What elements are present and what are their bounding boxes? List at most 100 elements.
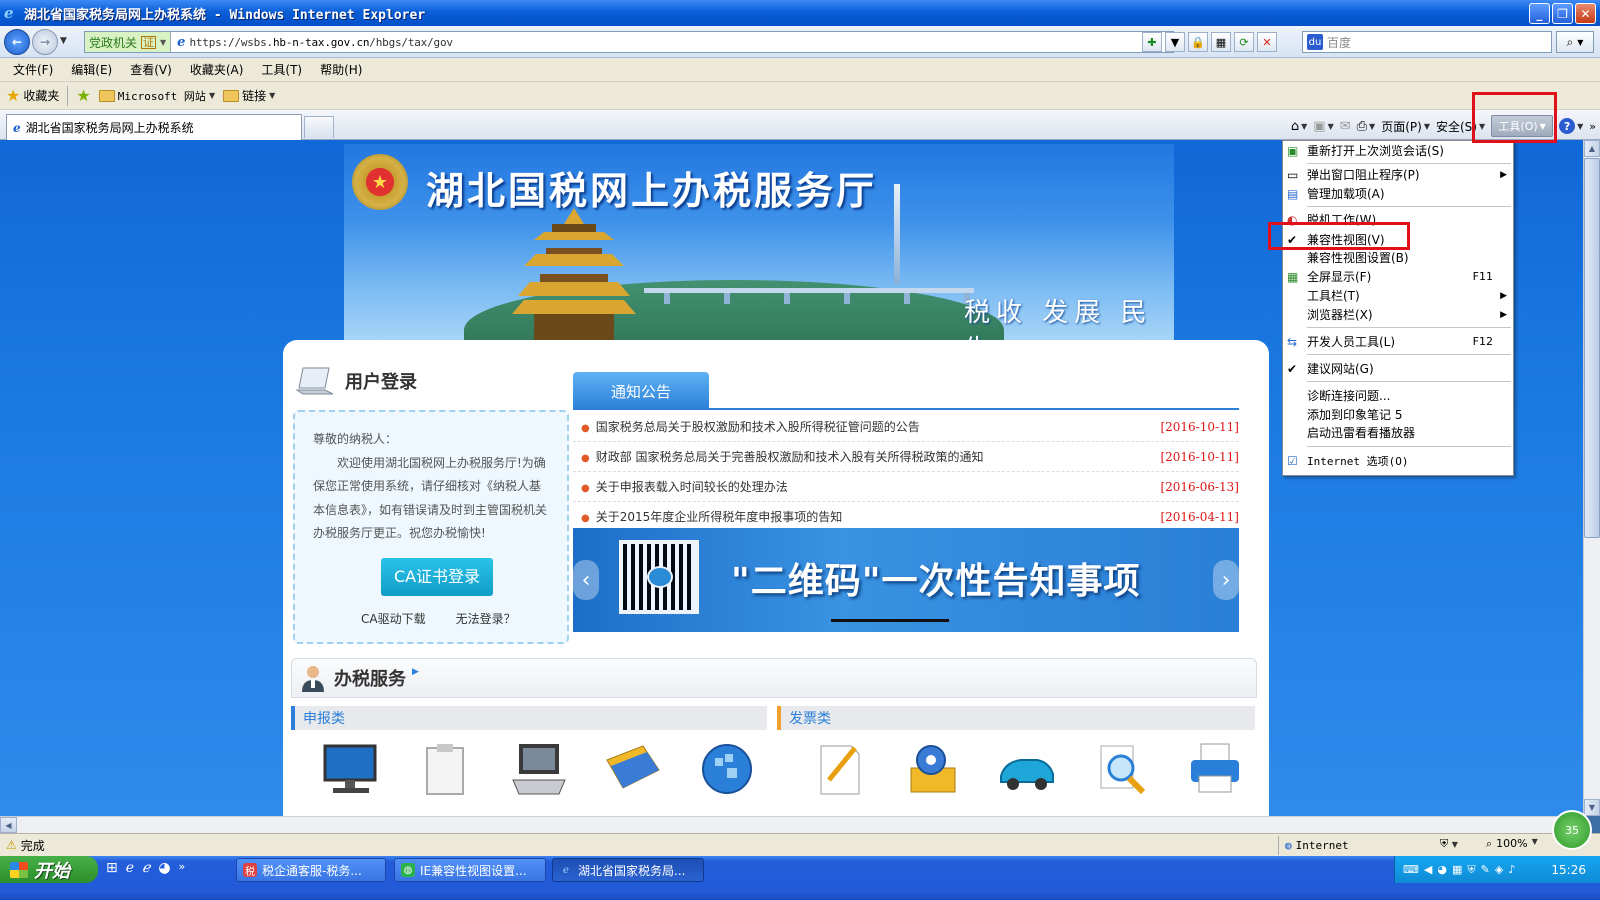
keyboard-icon[interactable]: ⌨ [1403,863,1419,876]
menu-favorites[interactable]: 收藏夹(A) [181,61,253,78]
tab-notices[interactable]: 通知公告 [573,372,709,410]
carousel-next-button[interactable]: › [1213,560,1239,600]
address-dropdown-icon[interactable]: ▼ [1165,32,1185,52]
menu-diagnose[interactable]: 诊断连接问题... [1283,386,1513,405]
qq-tray-icon[interactable]: ◕ [1437,863,1447,876]
list-item[interactable]: ● 财政部 国家税务总局关于完善股权激励和技术入股有关所得税政策的通知 [2016… [573,442,1239,472]
volume-icon[interactable]: ♪ [1508,863,1515,876]
list-item[interactable]: ● 关于申报表载入时间较长的处理办法 [2016-06-13] [573,472,1239,502]
category-report[interactable]: 申报类 [291,706,767,730]
recent-pages-dropdown[interactable]: ▼ [60,36,67,46]
menu-tools[interactable]: 工具(T) [252,61,311,78]
restore-button[interactable]: ❐ [1552,3,1573,24]
back-button[interactable]: ← [4,29,30,55]
quick-launch-overflow[interactable]: » [179,860,186,876]
start-button[interactable]: 开始 [0,856,98,883]
windows-logo-icon[interactable]: ⊞ [106,860,118,876]
home-button[interactable]: ⌂ ▼ [1291,119,1307,134]
security-icon[interactable]: ⛨ [1467,863,1475,877]
stop-icon[interactable]: ✕ [1257,32,1277,52]
tool-icon[interactable]: ✎ [1481,863,1490,876]
compat-view-icon[interactable]: ✚ [1142,32,1162,52]
menu-toolbars[interactable]: 工具栏(T) ▶ [1283,286,1513,305]
menu-xunlei-player[interactable]: 启动迅雷看看播放器 [1283,423,1513,442]
tab-active[interactable]: e 湖北省国家税务局网上办税系统 [6,114,302,140]
carousel-prev-button[interactable]: ‹ [573,560,599,600]
menu-file[interactable]: 文件(F) [4,61,62,78]
compat-button-icon[interactable]: ▦ [1211,32,1231,52]
close-button[interactable]: ✕ [1575,3,1596,24]
zoom-button[interactable]: ⌕ 100% ▼ [1486,837,1538,851]
new-tab-button[interactable] [304,116,334,138]
horizontal-scrollbar[interactable]: ◀ ▶ [0,816,1583,833]
menu-help[interactable]: 帮助(H) [311,61,371,78]
qq-icon[interactable]: ◕ [158,860,170,876]
search-input[interactable]: du 百度 [1302,31,1552,53]
folder-icon[interactable] [603,740,663,798]
menu-explorer-bars[interactable]: 浏览器栏(X) ▶ [1283,305,1513,324]
help-button[interactable]: ? ▼ [1559,118,1583,134]
print-button[interactable]: ⎙ ▼ [1357,119,1376,134]
category-invoice[interactable]: 发票类 [777,706,1255,730]
page-menu[interactable]: 页面(P) ▼ [1381,118,1430,135]
lock-icon[interactable]: 🔒 [1188,32,1208,52]
toolbar-overflow[interactable]: » [1589,120,1596,133]
mail-button[interactable]: ✉ [1340,119,1351,134]
car-icon[interactable] [997,740,1057,798]
url-text[interactable]: https://wsbs.hb-n-tax.gov.cn/hbgs/tax/go… [189,36,453,49]
search-button[interactable]: ⌕ ▼ [1556,31,1594,53]
zone-indicator[interactable]: ◍ Internet [1278,836,1349,855]
carousel-banner[interactable]: "二维码"一次性告知事项 ‹ › [573,528,1239,632]
shield-tray-icon[interactable]: ◈ [1495,863,1503,876]
ie-icon[interactable]: e [126,860,134,876]
minimize-button[interactable]: _ [1529,3,1550,24]
menu-manage-addons[interactable]: ▤ 管理加载项(A) [1283,184,1513,203]
vertical-scrollbar[interactable]: ▲ ▼ [1583,140,1600,816]
menu-internet-options[interactable]: ☑ Internet 选项(O) [1283,451,1513,470]
scroll-down-button[interactable]: ▼ [1584,799,1600,816]
refresh-icon[interactable]: ⟳ [1234,32,1254,52]
floating-badge[interactable]: 35 [1552,810,1592,850]
menu-evernote[interactable]: 添加到印象笔记 5 [1283,405,1513,424]
gear-icon[interactable] [903,740,963,798]
address-field[interactable]: 党政机关 证 ▼ e https://wsbs.hb-n-tax.gov.cn/… [84,31,1174,53]
task-ie-compat[interactable]: ◍ IE兼容性视图设置... [394,858,546,882]
protected-mode-button[interactable]: ⛨ ▼ [1440,837,1458,851]
feeds-button[interactable]: ▣ ▼ [1313,119,1333,134]
scroll-thumb[interactable] [1584,158,1600,538]
menu-view[interactable]: 查看(V) [121,61,181,78]
list-item[interactable]: ● 国家税务总局关于股权激励和技术入股所得税征管问题的公告 [2016-10-11… [573,412,1239,442]
menu-developer-tools[interactable]: ⇆ 开发人员工具(L) F12 [1283,332,1513,351]
printer-icon[interactable] [1185,740,1245,798]
tray-arrow-icon[interactable]: ◀ [1424,863,1432,876]
scroll-left-button[interactable]: ◀ [0,817,17,833]
menu-fullscreen[interactable]: ▦ 全屏显示(F) F11 [1283,267,1513,286]
network-icon[interactable]: ▦ [1452,863,1462,876]
monitor-icon[interactable] [321,740,381,798]
globe-icon[interactable] [697,740,757,798]
menu-popup-blocker[interactable]: ▭ 弹出窗口阻止程序(P) ▶ [1283,165,1513,184]
magnifier-icon[interactable] [1091,740,1151,798]
ie-alt-icon[interactable]: ℯ [142,860,150,876]
task-hubei-tax[interactable]: e 湖北省国家税务局... [552,858,704,882]
scroll-up-button[interactable]: ▲ [1584,140,1600,157]
clipboard-icon[interactable] [415,740,475,798]
computer-icon[interactable] [509,740,569,798]
cannot-login-link[interactable]: 无法登录？ [456,608,516,632]
forward-button[interactable]: → [32,29,58,55]
zone-badge[interactable]: 党政机关 证 ▼ [85,32,172,52]
add-favorite-button[interactable]: ★ [76,86,90,105]
favorites-button[interactable]: ★ 收藏夹 [6,86,59,105]
menu-edit[interactable]: 编辑(E) [62,61,121,78]
menu-compat-settings[interactable]: 兼容性视图设置(B) [1283,248,1513,267]
fav-links[interactable]: 链接 ▼ [223,87,275,104]
menu-suggested-sites[interactable]: ✔ 建议网站(G) [1283,359,1513,378]
fav-microsoft[interactable]: Microsoft 网站 ▼ [98,88,215,104]
carousel-pager[interactable] [831,619,949,622]
document-pen-icon[interactable] [809,740,869,798]
task-tax-service[interactable]: 税 税企通客服-税务... [236,858,386,882]
ca-driver-download-link[interactable]: CA驱动下载 [361,608,426,632]
qr-logo-icon [647,566,673,588]
menu-reopen-session[interactable]: ▣ 重新打开上次浏览会话(S) [1283,141,1513,160]
ca-login-button[interactable]: CA证书登录 [381,558,493,596]
